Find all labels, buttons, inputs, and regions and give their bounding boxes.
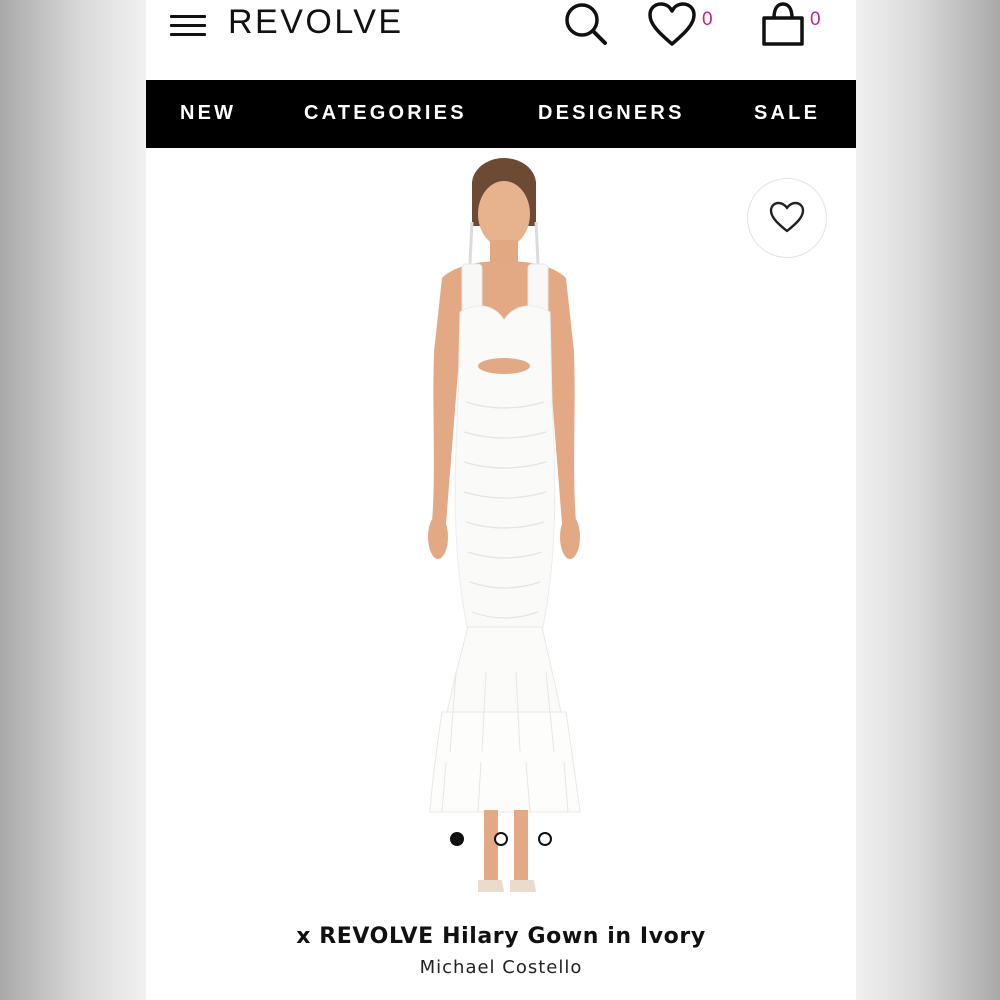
bag-count: 0	[810, 9, 821, 30]
hamburger-menu-icon[interactable]	[168, 10, 208, 40]
wishlist-count: 0	[702, 9, 713, 30]
site-header: REVOLVE 0 0	[146, 0, 856, 80]
product-photo	[428, 158, 581, 892]
product-designer[interactable]: Michael Costello	[146, 957, 856, 978]
product-image-carousel[interactable]	[146, 148, 856, 908]
carousel-dots	[450, 832, 560, 848]
carousel-dot-3[interactable]	[538, 832, 552, 846]
favorite-button[interactable]	[747, 178, 827, 258]
nav-item-designers[interactable]: DESIGNERS	[538, 102, 685, 125]
carousel-dot-2[interactable]	[494, 832, 508, 846]
wishlist-heart-icon[interactable]	[646, 2, 698, 50]
revolve-logo[interactable]: REVOLVE	[228, 3, 404, 42]
carousel-dot-1[interactable]	[450, 832, 464, 846]
main-nav: NEW CATEGORIES DESIGNERS SALE	[146, 80, 856, 148]
search-icon[interactable]	[561, 0, 613, 50]
nav-item-categories[interactable]: CATEGORIES	[304, 102, 467, 125]
heart-outline-icon	[769, 201, 805, 233]
nav-item-sale[interactable]: SALE	[754, 102, 820, 125]
nav-item-new[interactable]: NEW	[180, 102, 236, 125]
mobile-page: REVOLVE 0 0 NEW CATEGORIES DESIGNERS SAL…	[146, 0, 856, 1000]
shopping-bag-icon[interactable]	[758, 0, 808, 50]
product-title[interactable]: x REVOLVE Hilary Gown in Ivory	[146, 924, 856, 949]
